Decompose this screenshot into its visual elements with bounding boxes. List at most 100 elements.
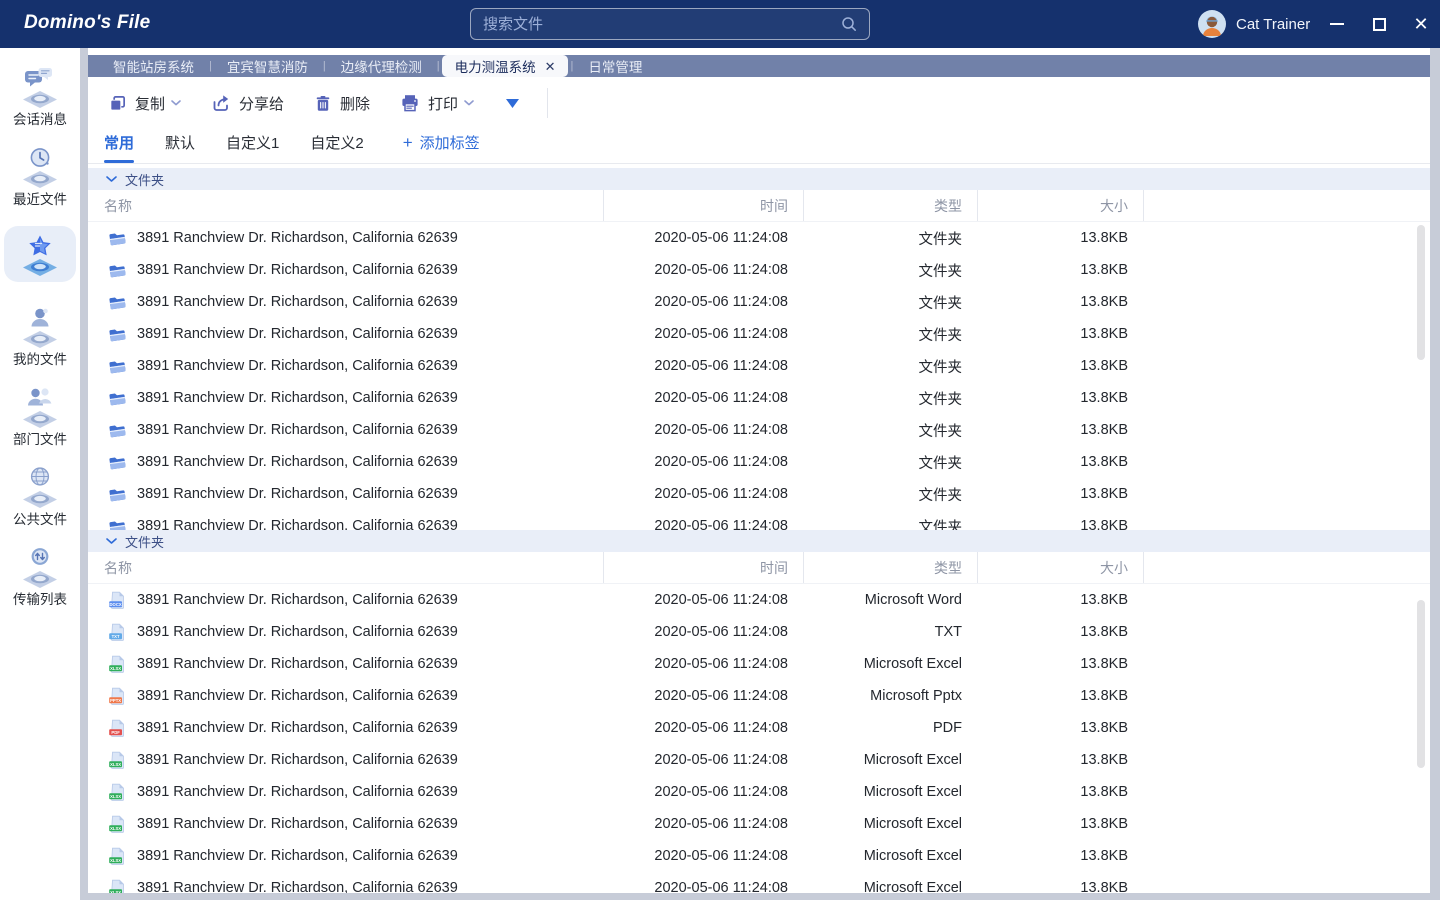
- more-dropdown-button[interactable]: [506, 99, 519, 108]
- share-button[interactable]: 分享给: [211, 93, 284, 114]
- column-header-size[interactable]: 大小: [977, 190, 1143, 221]
- tab-3[interactable]: 边缘代理检测: [328, 55, 435, 77]
- sidebar-item-star[interactable]: [4, 226, 76, 282]
- table-row[interactable]: XLSX 3891 Ranchview Dr. Richardson, Cali…: [88, 808, 1430, 840]
- table-row[interactable]: 3891 Ranchview Dr. Richardson, Californi…: [88, 382, 1430, 414]
- table-row[interactable]: TXT 3891 Ranchview Dr. Richardson, Calif…: [88, 616, 1430, 648]
- search-box[interactable]: [470, 8, 870, 40]
- table-row[interactable]: 3891 Ranchview Dr. Richardson, Californi…: [88, 414, 1430, 446]
- sidebar-item-label: 公共文件: [13, 508, 67, 528]
- file-section: 文件夹 名称 时间 类型 大小 3891 Ranchview Dr. Richa…: [88, 168, 1430, 530]
- xlsx-icon: XLSX: [108, 783, 127, 802]
- table-row[interactable]: DOCX 3891 Ranchview Dr. Richardson, Cali…: [88, 584, 1430, 616]
- sidebar-item-globe[interactable]: 公共文件: [0, 464, 80, 526]
- tab-separator: |: [207, 60, 214, 72]
- tag-tab-3[interactable]: 自定义1: [226, 129, 279, 163]
- file-type: 文件夹: [803, 452, 977, 473]
- column-header-type[interactable]: 类型: [803, 552, 977, 583]
- file-name: 3891 Ranchview Dr. Richardson, Californi…: [137, 262, 458, 278]
- file-type: Microsoft Excel: [803, 784, 977, 800]
- table-row[interactable]: 3891 Ranchview Dr. Richardson, Californi…: [88, 510, 1430, 530]
- sidebar-item-transfer[interactable]: 传输列表: [0, 544, 80, 606]
- file-name: 3891 Ranchview Dr. Richardson, Californi…: [137, 390, 458, 406]
- table-row[interactable]: XLSX 3891 Ranchview Dr. Richardson, Cali…: [88, 744, 1430, 776]
- svg-text:DOCX: DOCX: [110, 602, 122, 607]
- file-time: 2020-05-06 11:24:08: [603, 880, 803, 893]
- table-row[interactable]: 3891 Ranchview Dr. Richardson, Californi…: [88, 254, 1430, 286]
- close-button[interactable]: ✕: [1412, 15, 1430, 33]
- print-button[interactable]: 打印: [400, 93, 474, 114]
- toolbar-button-label: 打印: [428, 93, 458, 114]
- window-controls: ✕: [1328, 0, 1430, 48]
- table-row[interactable]: 3891 Ranchview Dr. Richardson, Californi…: [88, 286, 1430, 318]
- copy-button[interactable]: 复制: [108, 93, 181, 114]
- column-header-name[interactable]: 名称: [88, 190, 603, 221]
- transfer-icon: [18, 544, 62, 588]
- column-header-size[interactable]: 大小: [977, 552, 1143, 583]
- file-name: 3891 Ranchview Dr. Richardson, Californi…: [137, 880, 458, 893]
- svg-text:XLSX: XLSX: [110, 890, 121, 894]
- table-row[interactable]: XLSX 3891 Ranchview Dr. Richardson, Cali…: [88, 840, 1430, 872]
- search-icon[interactable]: [841, 16, 857, 32]
- column-header-type[interactable]: 类型: [803, 190, 977, 221]
- column-header-time[interactable]: 时间: [603, 190, 803, 221]
- tab-label: 边缘代理检测: [341, 56, 422, 76]
- minimize-button[interactable]: [1328, 15, 1346, 33]
- table-row[interactable]: 3891 Ranchview Dr. Richardson, Californi…: [88, 318, 1430, 350]
- svg-text:XLSX: XLSX: [110, 762, 121, 767]
- tag-tab-2[interactable]: 默认: [165, 129, 195, 163]
- avatar[interactable]: [1198, 10, 1226, 38]
- add-tag-button[interactable]: + 添加标签: [403, 129, 480, 153]
- tag-tab-4[interactable]: 自定义2: [310, 129, 363, 163]
- tab-label: 日常管理: [588, 56, 642, 76]
- trash-button[interactable]: 删除: [314, 93, 370, 114]
- file-size: 13.8KB: [977, 486, 1143, 502]
- tab-1[interactable]: 智能站房系统: [100, 55, 207, 77]
- file-name: 3891 Ranchview Dr. Richardson, Californi…: [137, 656, 458, 672]
- close-icon: ✕: [1413, 15, 1428, 33]
- folder-icon: [108, 422, 127, 439]
- file-name: 3891 Ranchview Dr. Richardson, Californi…: [137, 784, 458, 800]
- file-size: 13.8KB: [977, 816, 1143, 832]
- file-name: 3891 Ranchview Dr. Richardson, Californi…: [137, 720, 458, 736]
- section-header[interactable]: 文件夹: [88, 168, 1430, 190]
- table-row[interactable]: PPTX 3891 Ranchview Dr. Richardson, Cali…: [88, 680, 1430, 712]
- table-row[interactable]: XLSX 3891 Ranchview Dr. Richardson, Cali…: [88, 776, 1430, 808]
- section-title: 文件夹: [125, 532, 164, 551]
- tab-label: 智能站房系统: [113, 56, 194, 76]
- tab-4[interactable]: 电力测温系统 ✕: [442, 55, 569, 77]
- tab-5[interactable]: 日常管理: [575, 55, 655, 77]
- toolbar-divider: [547, 88, 548, 118]
- section-header[interactable]: 文件夹: [88, 530, 1430, 552]
- sidebar-item-clock[interactable]: 最近文件: [0, 144, 80, 206]
- tag-tab-1[interactable]: 常用: [104, 129, 134, 163]
- column-header-name[interactable]: 名称: [88, 552, 603, 583]
- table-row[interactable]: 3891 Ranchview Dr. Richardson, Californi…: [88, 446, 1430, 478]
- table-row[interactable]: XLSX 3891 Ranchview Dr. Richardson, Cali…: [88, 872, 1430, 893]
- file-name: 3891 Ranchview Dr. Richardson, Californi…: [137, 294, 458, 310]
- xlsx-icon: XLSX: [108, 655, 127, 674]
- search-input[interactable]: [483, 16, 833, 33]
- table-row[interactable]: 3891 Ranchview Dr. Richardson, Californi…: [88, 222, 1430, 254]
- table-row[interactable]: 3891 Ranchview Dr. Richardson, Californi…: [88, 478, 1430, 510]
- table-row[interactable]: XLSX 3891 Ranchview Dr. Richardson, Cali…: [88, 648, 1430, 680]
- table-row[interactable]: PDF 3891 Ranchview Dr. Richardson, Calif…: [88, 712, 1430, 744]
- file-time: 2020-05-06 11:24:08: [603, 688, 803, 704]
- user-profile[interactable]: Cat Trainer: [1198, 10, 1310, 38]
- chat-icon: [18, 64, 62, 108]
- table-row[interactable]: 3891 Ranchview Dr. Richardson, Californi…: [88, 350, 1430, 382]
- pdf-icon: PDF: [108, 719, 127, 738]
- tab-2[interactable]: 宜宾智慧消防: [214, 55, 321, 77]
- tab-close-icon[interactable]: ✕: [545, 60, 556, 73]
- file-size: 13.8KB: [977, 720, 1143, 736]
- sidebar-item-chat[interactable]: 会话消息: [0, 64, 80, 126]
- column-header-time[interactable]: 时间: [603, 552, 803, 583]
- scrollbar-thumb[interactable]: [1417, 225, 1425, 360]
- scrollbar-thumb[interactable]: [1417, 600, 1425, 768]
- sidebar-item-user[interactable]: 我的文件: [0, 304, 80, 366]
- sidebar-item-team[interactable]: 部门文件: [0, 384, 80, 446]
- maximize-button[interactable]: [1370, 15, 1388, 33]
- chevron-down-icon: [106, 538, 117, 545]
- team-icon: [18, 384, 62, 428]
- file-time: 2020-05-06 11:24:08: [603, 326, 803, 342]
